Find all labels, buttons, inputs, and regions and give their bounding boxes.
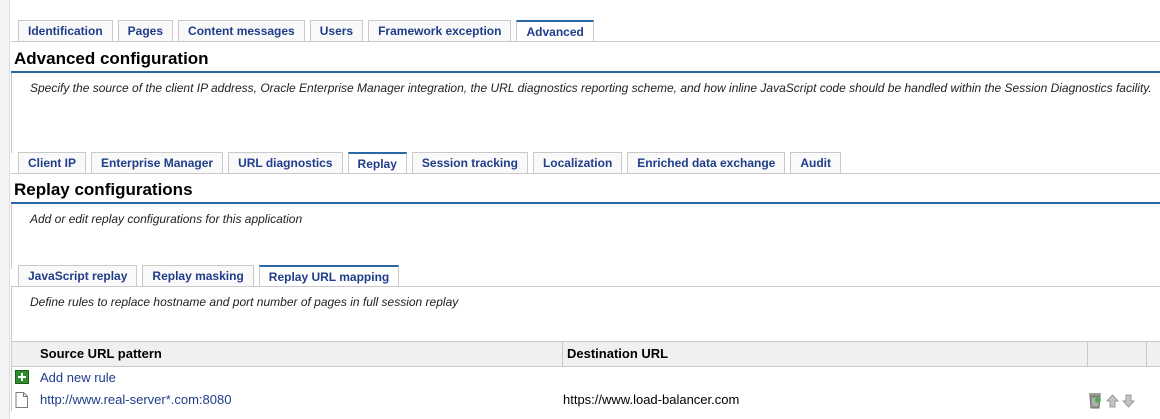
mapping-description-text: Define rules to replace hostname and por… <box>30 295 459 309</box>
tab-replay[interactable]: Replay <box>347 152 407 173</box>
document-icon <box>15 392 29 408</box>
tab-pages[interactable]: Pages <box>117 20 174 41</box>
tab-session-tracking[interactable]: Session tracking <box>411 152 528 173</box>
advanced-title: Advanced configuration <box>14 49 209 68</box>
mapping-description: Define rules to replace hostname and por… <box>11 287 1160 341</box>
tab-advanced[interactable]: Advanced <box>516 20 594 41</box>
advanced-description-text: Specify the source of the client IP addr… <box>30 81 1152 95</box>
add-new-rule-link[interactable]: Add new rule <box>40 367 116 389</box>
tab-client-ip[interactable]: Client IP <box>18 152 87 173</box>
replay-description: Add or edit replay configurations for th… <box>11 204 1160 269</box>
grid-header: Source URL pattern Destination URL <box>12 341 1160 367</box>
tab-users[interactable]: Users <box>309 20 364 41</box>
header-destination-url[interactable]: Destination URL <box>563 342 1088 366</box>
source-url-link[interactable]: http://www.real-server*.com:8080 <box>40 389 231 411</box>
tab-enterprise-manager[interactable]: Enterprise Manager <box>91 152 224 173</box>
left-frame-bar <box>0 0 10 419</box>
tab-framework-exception[interactable]: Framework exception <box>368 20 512 41</box>
plus-icon[interactable] <box>15 370 29 386</box>
tab-enriched-data-exchange[interactable]: Enriched data exchange <box>627 152 786 173</box>
tab-url-diagnostics[interactable]: URL diagnostics <box>228 152 343 173</box>
arrow-down-icon[interactable] <box>1121 393 1136 415</box>
replay-description-text: Add or edit replay configurations for th… <box>30 212 303 226</box>
header-source-url[interactable]: Source URL pattern <box>12 342 563 366</box>
tab-content-messages[interactable]: Content messages <box>178 20 305 41</box>
top-tab-bar: Identification Pages Content messages Us… <box>18 20 599 41</box>
row-actions <box>1087 392 1136 416</box>
header-spacer <box>1147 342 1160 366</box>
header-actions <box>1088 342 1147 366</box>
tab-javascript-replay[interactable]: JavaScript replay <box>18 265 138 286</box>
table-row: http://www.real-server*.com:8080 https:/… <box>12 389 1160 411</box>
replay-tab-bar: JavaScript replay Replay masking Replay … <box>18 265 404 286</box>
tab-identification[interactable]: Identification <box>18 20 113 41</box>
top-tab-divider <box>11 41 1160 42</box>
tab-audit[interactable]: Audit <box>790 152 841 173</box>
url-mapping-grid: Source URL pattern Destination URL Add n… <box>11 341 1160 411</box>
sub-tab-divider <box>11 173 1160 174</box>
advanced-description: Specify the source of the client IP addr… <box>11 73 1160 153</box>
destination-url-value: https://www.load-balancer.com <box>563 392 740 407</box>
arrow-up-icon[interactable] <box>1105 393 1120 415</box>
tab-replay-masking[interactable]: Replay masking <box>142 265 254 286</box>
sub-tab-bar: Client IP Enterprise Manager URL diagnos… <box>18 152 846 173</box>
tab-localization[interactable]: Localization <box>532 152 623 173</box>
add-rule-row: Add new rule <box>12 367 1160 389</box>
tab-replay-url-mapping[interactable]: Replay URL mapping <box>258 265 400 286</box>
replay-title: Replay configurations <box>14 180 193 199</box>
trash-icon[interactable] <box>1087 392 1103 416</box>
